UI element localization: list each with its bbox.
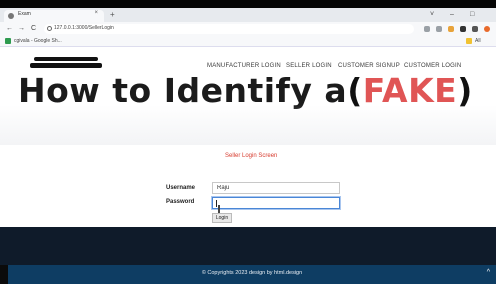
site-info-icon[interactable] [47, 26, 52, 31]
nav-seller-login[interactable]: SELLER LOGIN [286, 63, 332, 69]
bookmark-star-icon[interactable] [436, 26, 442, 32]
tab-title: Exam [18, 11, 31, 17]
tab-search-icon[interactable]: ˅ [430, 8, 434, 22]
username-label: Username [166, 185, 196, 191]
browser-tab[interactable]: Exam × [4, 10, 104, 22]
password-label: Password [166, 199, 195, 205]
browser-tab-bar: Exam × + ˅ – □ [0, 8, 496, 22]
nav-customer-signup[interactable]: CUSTOMER SIGNUP [338, 63, 400, 69]
site-footer: © Copyrights 2023 design by html.design … [8, 265, 496, 284]
minimize-icon[interactable]: – [450, 8, 454, 22]
logo-redacted-bar [30, 63, 102, 68]
scroll-top-icon[interactable]: ^ [487, 269, 490, 276]
hero-banner: How to Identify a(FAKE) [18, 73, 473, 109]
login-button[interactable]: Login [212, 213, 232, 223]
back-icon[interactable]: ← [6, 22, 13, 36]
nav-manufacturer-login[interactable]: MANUFACTURER LOGIN [207, 63, 281, 69]
text-caret [216, 200, 217, 207]
password-input[interactable] [212, 197, 340, 209]
sidebar-icon[interactable] [472, 26, 478, 32]
address-url: 127.0.0.1:3000/SellerLogin [54, 25, 114, 31]
sheets-icon [5, 38, 11, 44]
tab-favicon-icon [8, 13, 14, 19]
extensions-puzzle-icon[interactable] [460, 26, 466, 32]
tab-close-icon[interactable]: × [94, 10, 98, 16]
folder-icon [466, 38, 472, 44]
forward-icon[interactable]: → [18, 22, 25, 36]
dark-section [0, 227, 496, 265]
left-strip [0, 265, 8, 284]
browser-toolbar: ← → C 127.0.0.1:3000/SellerLogin [0, 22, 496, 36]
site-logo[interactable] [30, 57, 102, 71]
nav-customer-login[interactable]: CUSTOMER LOGIN [404, 63, 461, 69]
web-page: MANUFACTURER LOGIN SELLER LOGIN CUSTOMER… [0, 47, 496, 227]
username-input[interactable] [212, 182, 340, 194]
bookmarks-bar: cgivala - Google Sh... All Bookm [0, 36, 496, 53]
bookmark-item[interactable]: cgivala - Google Sh... [14, 37, 62, 46]
address-bar[interactable]: 127.0.0.1:3000/SellerLogin [44, 24, 414, 34]
maximize-icon[interactable]: □ [470, 8, 474, 22]
screen-top-band [0, 0, 496, 8]
login-screen-title: Seller Login Screen [225, 153, 278, 159]
reload-icon[interactable]: C [31, 22, 36, 36]
share-icon[interactable] [424, 26, 430, 32]
hero-fade [0, 105, 496, 145]
logo-redacted-bar [34, 57, 98, 61]
profile-avatar-icon[interactable] [484, 26, 490, 32]
extension-icon[interactable] [448, 26, 454, 32]
copyright-text: © Copyrights 2023 design by html.design [201, 270, 303, 276]
new-tab-icon[interactable]: + [110, 8, 115, 22]
